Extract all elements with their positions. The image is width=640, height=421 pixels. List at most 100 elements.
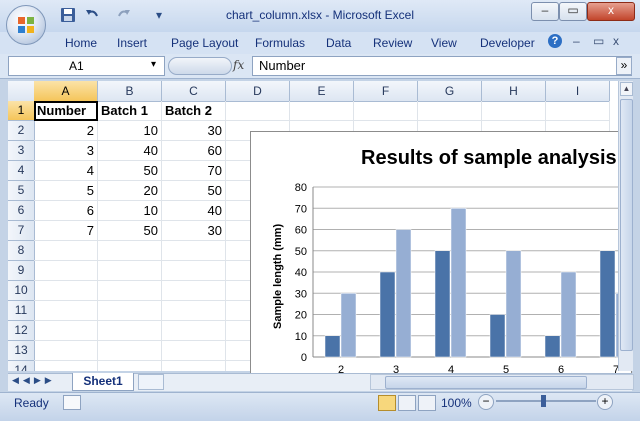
cell-i1[interactable] [546,101,610,121]
tab-insert[interactable]: Insert [117,36,147,50]
row-header-10[interactable]: 10 [8,281,35,301]
restore-button[interactable]: ▭ [559,2,587,21]
column-chart[interactable]: Results of sample analysis Sample length … [250,131,640,383]
tab-formulas[interactable]: Formulas [255,36,305,50]
row-header-12[interactable]: 12 [8,321,35,341]
insert-function-icon[interactable]: fx [233,58,244,72]
row-header-3[interactable]: 3 [8,141,35,161]
cell-a10[interactable] [34,281,98,301]
cell-c4[interactable]: 70 [162,161,226,181]
office-button[interactable] [6,5,46,45]
insert-sheet-icon[interactable] [138,374,164,390]
cell-a2[interactable]: 2 [34,121,98,141]
cell-a1[interactable]: Number [34,101,98,121]
cell-a12[interactable] [34,321,98,341]
cell-c14[interactable] [162,361,226,371]
cell-a14[interactable] [34,361,98,371]
select-all-corner[interactable] [8,81,35,102]
zoom-out-button[interactable]: − [478,394,494,410]
page-break-view-icon[interactable] [418,395,436,411]
scroll-thumb[interactable] [620,99,633,351]
cell-b11[interactable] [98,301,162,321]
cell-a11[interactable] [34,301,98,321]
cell-a4[interactable]: 4 [34,161,98,181]
row-header-2[interactable]: 2 [8,121,35,141]
tab-review[interactable]: Review [373,36,412,50]
column-header-h[interactable]: H [482,81,546,102]
minimize-button[interactable]: – [531,2,559,21]
cell-c13[interactable] [162,341,226,361]
tab-home[interactable]: Home [65,36,97,50]
cell-a13[interactable] [34,341,98,361]
horizontal-scrollbar[interactable] [370,374,634,390]
cell-c7[interactable]: 30 [162,221,226,241]
row-header-5[interactable]: 5 [8,181,35,201]
row-header-13[interactable]: 13 [8,341,35,361]
cell-c12[interactable] [162,321,226,341]
sheet-nav-icons[interactable]: ◀◀▶▶ [12,375,56,386]
cell-c11[interactable] [162,301,226,321]
cell-b10[interactable] [98,281,162,301]
h-scroll-thumb[interactable] [385,376,587,389]
cell-c8[interactable] [162,241,226,261]
cell-b3[interactable]: 40 [98,141,162,161]
cell-g1[interactable] [418,101,482,121]
cell-c1[interactable]: Batch 2 [162,101,226,121]
column-header-f[interactable]: F [354,81,418,102]
tab-developer[interactable]: Developer [480,36,535,50]
cell-b7[interactable]: 50 [98,221,162,241]
name-box-dropdown-icon[interactable]: ▾ [151,59,156,70]
row-header-14[interactable]: 14 [8,361,35,371]
macro-record-icon[interactable] [63,395,81,410]
ribbon-minimize-icon[interactable]: – [573,34,580,48]
help-icon[interactable]: ? [548,34,562,48]
row-header-7[interactable]: 7 [8,221,35,241]
cell-c6[interactable]: 40 [162,201,226,221]
cell-b13[interactable] [98,341,162,361]
scroll-up-icon[interactable]: ▲ [620,82,633,96]
cell-b14[interactable] [98,361,162,371]
column-header-a[interactable]: A [34,81,98,102]
cell-b8[interactable] [98,241,162,261]
cell-b2[interactable]: 10 [98,121,162,141]
row-header-6[interactable]: 6 [8,201,35,221]
cell-a3[interactable]: 3 [34,141,98,161]
row-header-9[interactable]: 9 [8,261,35,281]
cell-d1[interactable] [226,101,290,121]
cell-a8[interactable] [34,241,98,261]
cell-b12[interactable] [98,321,162,341]
formula-bar-expand-button[interactable]: » [616,57,632,75]
cell-a9[interactable] [34,261,98,281]
column-header-g[interactable]: G [418,81,482,102]
page-layout-view-icon[interactable] [398,395,416,411]
close-button[interactable]: x [587,2,635,21]
cell-c2[interactable]: 30 [162,121,226,141]
sheet-tab-active[interactable]: Sheet1 [72,373,134,391]
cell-a7[interactable]: 7 [34,221,98,241]
formula-input[interactable]: Number [252,56,632,76]
cell-c3[interactable]: 60 [162,141,226,161]
cell-c5[interactable]: 50 [162,181,226,201]
cell-b4[interactable]: 50 [98,161,162,181]
zoom-in-button[interactable]: + [597,394,613,410]
cell-a6[interactable]: 6 [34,201,98,221]
name-box[interactable]: A1 ▾ [8,56,165,76]
row-header-4[interactable]: 4 [8,161,35,181]
column-header-c[interactable]: C [162,81,226,102]
row-header-11[interactable]: 11 [8,301,35,321]
cell-h1[interactable] [482,101,546,121]
tab-data[interactable]: Data [326,36,351,50]
cell-b1[interactable]: Batch 1 [98,101,162,121]
zoom-slider-track[interactable] [496,400,596,402]
cell-a5[interactable]: 5 [34,181,98,201]
cell-c10[interactable] [162,281,226,301]
zoom-slider-thumb[interactable] [541,395,546,407]
ribbon-close-icon[interactable]: x [613,34,619,48]
row-header-1[interactable]: 1 [8,101,35,121]
row-header-8[interactable]: 8 [8,241,35,261]
cell-e1[interactable] [290,101,354,121]
formula-bar-splitter[interactable] [168,57,232,75]
column-header-i[interactable]: I [546,81,610,102]
column-header-d[interactable]: D [226,81,290,102]
zoom-level[interactable]: 100% [441,396,472,410]
